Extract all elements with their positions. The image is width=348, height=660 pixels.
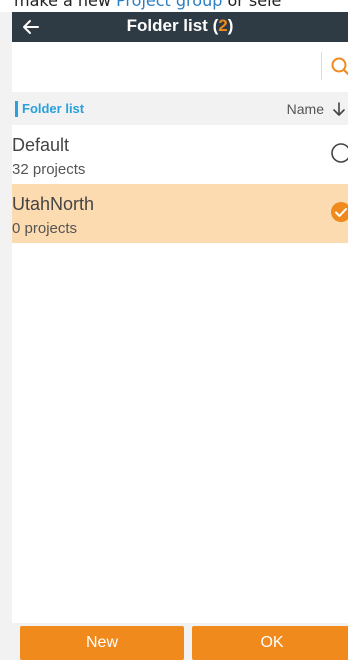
footer-bar: New OK	[12, 623, 348, 660]
search-icon	[331, 57, 348, 76]
folder-count: 2	[218, 16, 228, 35]
folder-project-count: 32 projects	[12, 161, 86, 178]
search-divider	[321, 52, 322, 80]
instruction-banner: make a new Project group or sele	[0, 0, 348, 12]
folder-row-utahnorth[interactable]: UtahNorth 0 projects	[12, 184, 348, 243]
folder-name: Default	[12, 135, 70, 155]
arrow-down-icon	[333, 102, 345, 116]
check-circle-icon	[331, 202, 348, 222]
new-button[interactable]: New	[20, 626, 184, 660]
radio-unchecked-icon	[331, 143, 348, 163]
search-bar	[12, 42, 348, 92]
folder-name: UtahNorth	[12, 194, 95, 214]
folder-project-count: 0 projects	[12, 220, 78, 237]
radio-button[interactable]	[330, 142, 348, 164]
sort-label: Name	[286, 101, 324, 117]
list-header: Folder list Name	[12, 92, 348, 125]
folder-row-default[interactable]: Default 32 projects	[12, 125, 348, 184]
ok-button[interactable]: OK	[192, 626, 348, 660]
sort-control[interactable]: Name	[287, 99, 348, 119]
section-title: Folder list	[22, 101, 85, 116]
page-title: Folder list (2)	[126, 16, 234, 35]
app-header: Folder list (2)	[12, 12, 348, 42]
radio-button[interactable]	[330, 201, 348, 223]
search-button[interactable]	[330, 56, 348, 76]
project-group-link[interactable]: Project group	[116, 0, 222, 10]
section-marker	[15, 101, 18, 117]
folder-list: Default 32 projects UtahNorth 0 projects	[12, 125, 348, 623]
instruction-text: make a new Project group or sele	[14, 0, 281, 10]
